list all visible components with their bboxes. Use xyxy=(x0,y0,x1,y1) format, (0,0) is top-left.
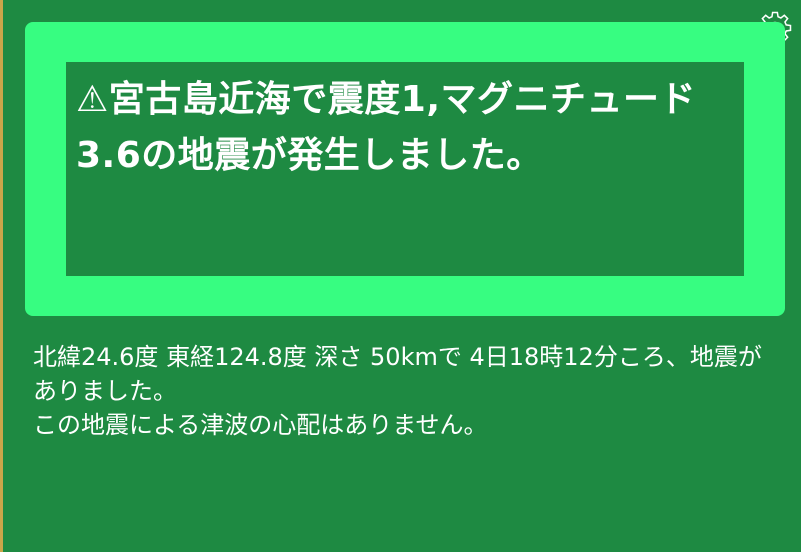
tsunami-notice-text: この地震による津波の心配はありません。 xyxy=(33,411,488,439)
earthquake-alert-panel: ⚠宮古島近海で震度1,マグニチュード3.6の地震が発生しました。 北緯24.6度… xyxy=(0,0,801,552)
earthquake-location-text: 北緯24.6度 東経124.8度 深さ 50kmで 4日18時12分ころ、地震が… xyxy=(33,343,762,405)
alert-title: ⚠宮古島近海で震度1,マグニチュード3.6の地震が発生しました。 xyxy=(76,79,696,176)
earthquake-details: 北緯24.6度 東経124.8度 深さ 50kmで 4日18時12分ころ、地震が… xyxy=(33,340,773,442)
alert-banner-inner: ⚠宮古島近海で震度1,マグニチュード3.6の地震が発生しました。 xyxy=(66,62,744,276)
alert-banner: ⚠宮古島近海で震度1,マグニチュード3.6の地震が発生しました。 xyxy=(25,22,785,316)
